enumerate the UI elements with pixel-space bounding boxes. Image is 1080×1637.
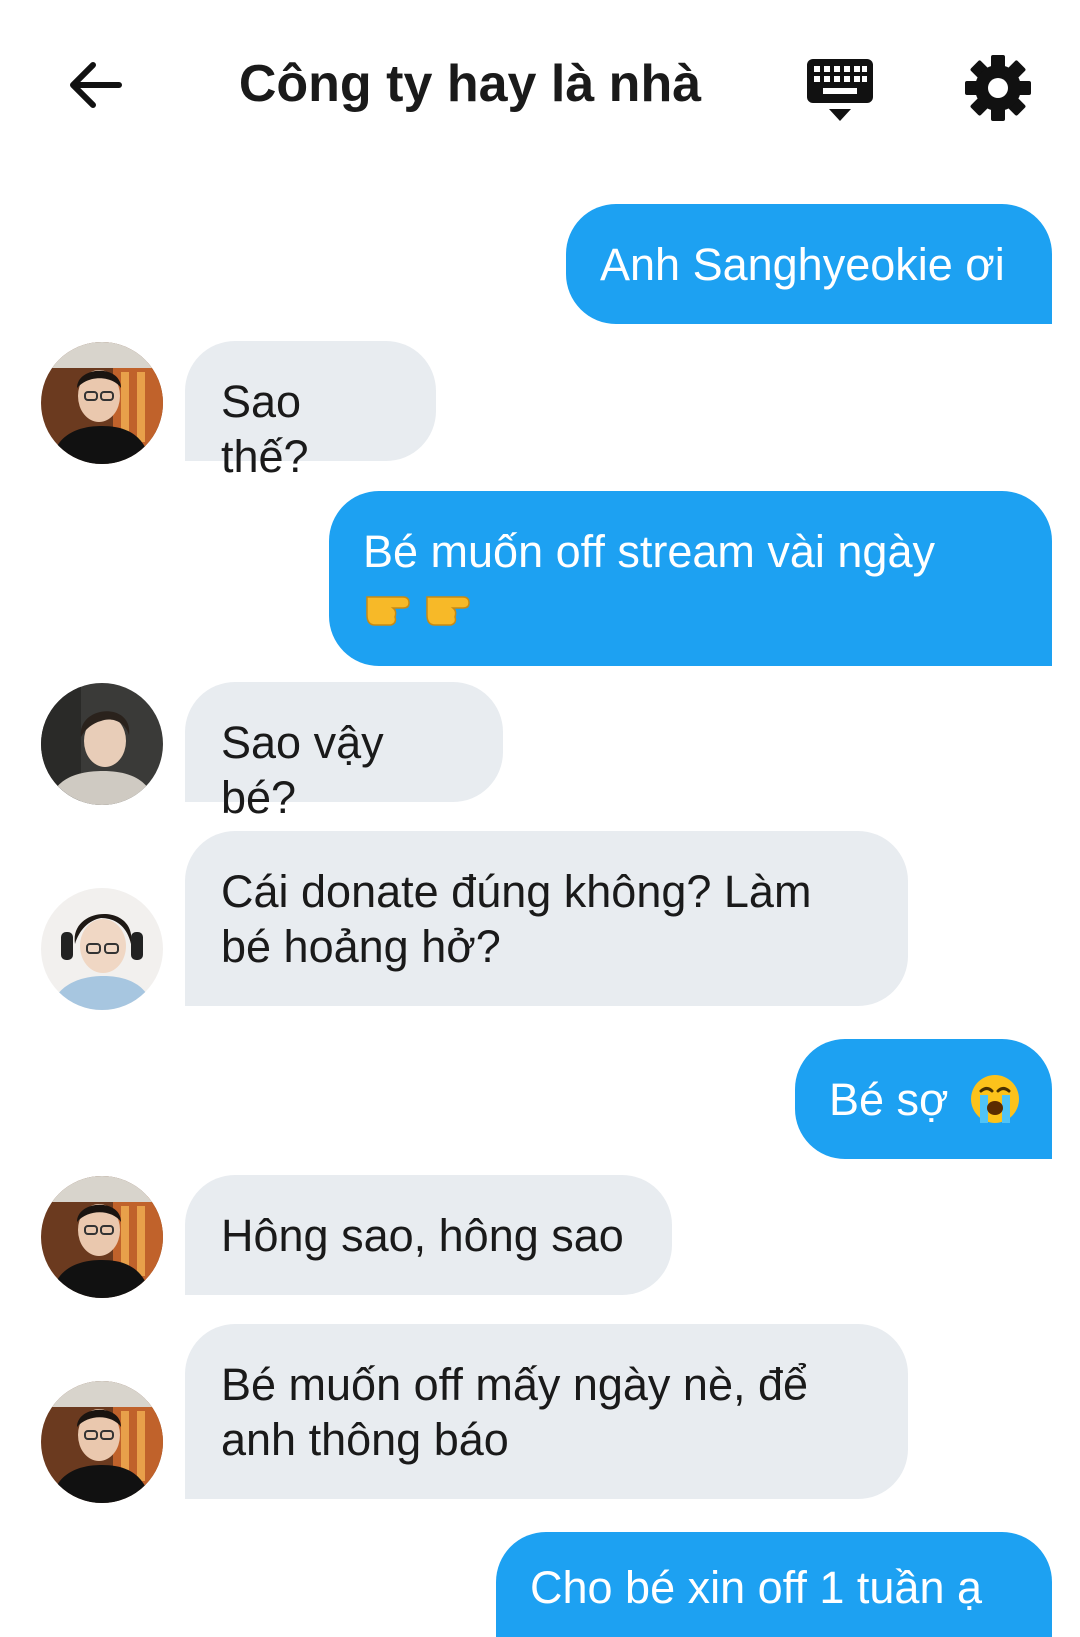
message-text: Bé sợ (829, 1074, 949, 1125)
avatar[interactable] (41, 683, 163, 805)
message-text: Bé muốn off mấy ngày nè, để anh thông bá… (221, 1359, 809, 1465)
message-bubble-outgoing[interactable]: Bé sợ (795, 1039, 1052, 1159)
avatar[interactable] (41, 342, 163, 464)
loudly-crying-face-emoji-icon (971, 1075, 1020, 1124)
message-bubble-incoming[interactable]: Sao thế? (185, 341, 436, 482)
message-bubble-incoming[interactable]: Sao vậy bé? (185, 682, 503, 823)
chat-title: Công ty hay là nhà (238, 55, 702, 113)
message-text: Cho bé xin off 1 tuần ạ (530, 1562, 982, 1613)
settings-button[interactable] (958, 48, 1038, 128)
message-emoji (363, 581, 1018, 643)
gear-icon (965, 55, 1031, 121)
message-bubble-incoming[interactable]: Bé muốn off mấy ngày nè, để anh thông bá… (185, 1324, 908, 1499)
avatar[interactable] (41, 1381, 163, 1503)
avatar-man-headphones-glasses (41, 888, 163, 1010)
message-text: Sao thế? (221, 376, 309, 482)
message-text: Hông sao, hông sao (221, 1210, 624, 1261)
message-bubble-outgoing[interactable]: Cho bé xin off 1 tuần ạ (496, 1532, 1052, 1637)
arrow-left-icon (70, 62, 122, 108)
back-button[interactable] (62, 52, 128, 118)
avatar-man-glasses-black-shirt (41, 342, 163, 464)
keyboard-hide-icon (807, 59, 873, 121)
avatar-man-glasses-black-shirt (41, 1176, 163, 1298)
message-text: Anh Sanghyeokie ơi (600, 239, 1005, 290)
chat-header: Công ty hay là nhà (0, 0, 1080, 170)
message-text: Cái donate đúng không? Làm bé hoảng hở? (221, 866, 812, 972)
pointing-finger-emoji-icon (366, 596, 470, 626)
message-text: Sao vậy bé? (221, 717, 384, 823)
avatar[interactable] (41, 1176, 163, 1298)
message-bubble-incoming[interactable]: Cái donate đúng không? Làm bé hoảng hở? (185, 831, 908, 1006)
message-text: Bé muốn off stream vài ngày (363, 526, 935, 577)
message-bubble-incoming[interactable]: Hông sao, hông sao (185, 1175, 672, 1295)
avatar[interactable] (41, 888, 163, 1010)
keyboard-toggle-button[interactable] (800, 50, 880, 130)
message-bubble-outgoing[interactable]: Bé muốn off stream vài ngày (329, 491, 1052, 666)
message-bubble-outgoing[interactable]: Anh Sanghyeokie ơi (566, 204, 1052, 324)
avatar-man-grey-hoodie (41, 683, 163, 805)
avatar-man-glasses-black-shirt (41, 1381, 163, 1503)
